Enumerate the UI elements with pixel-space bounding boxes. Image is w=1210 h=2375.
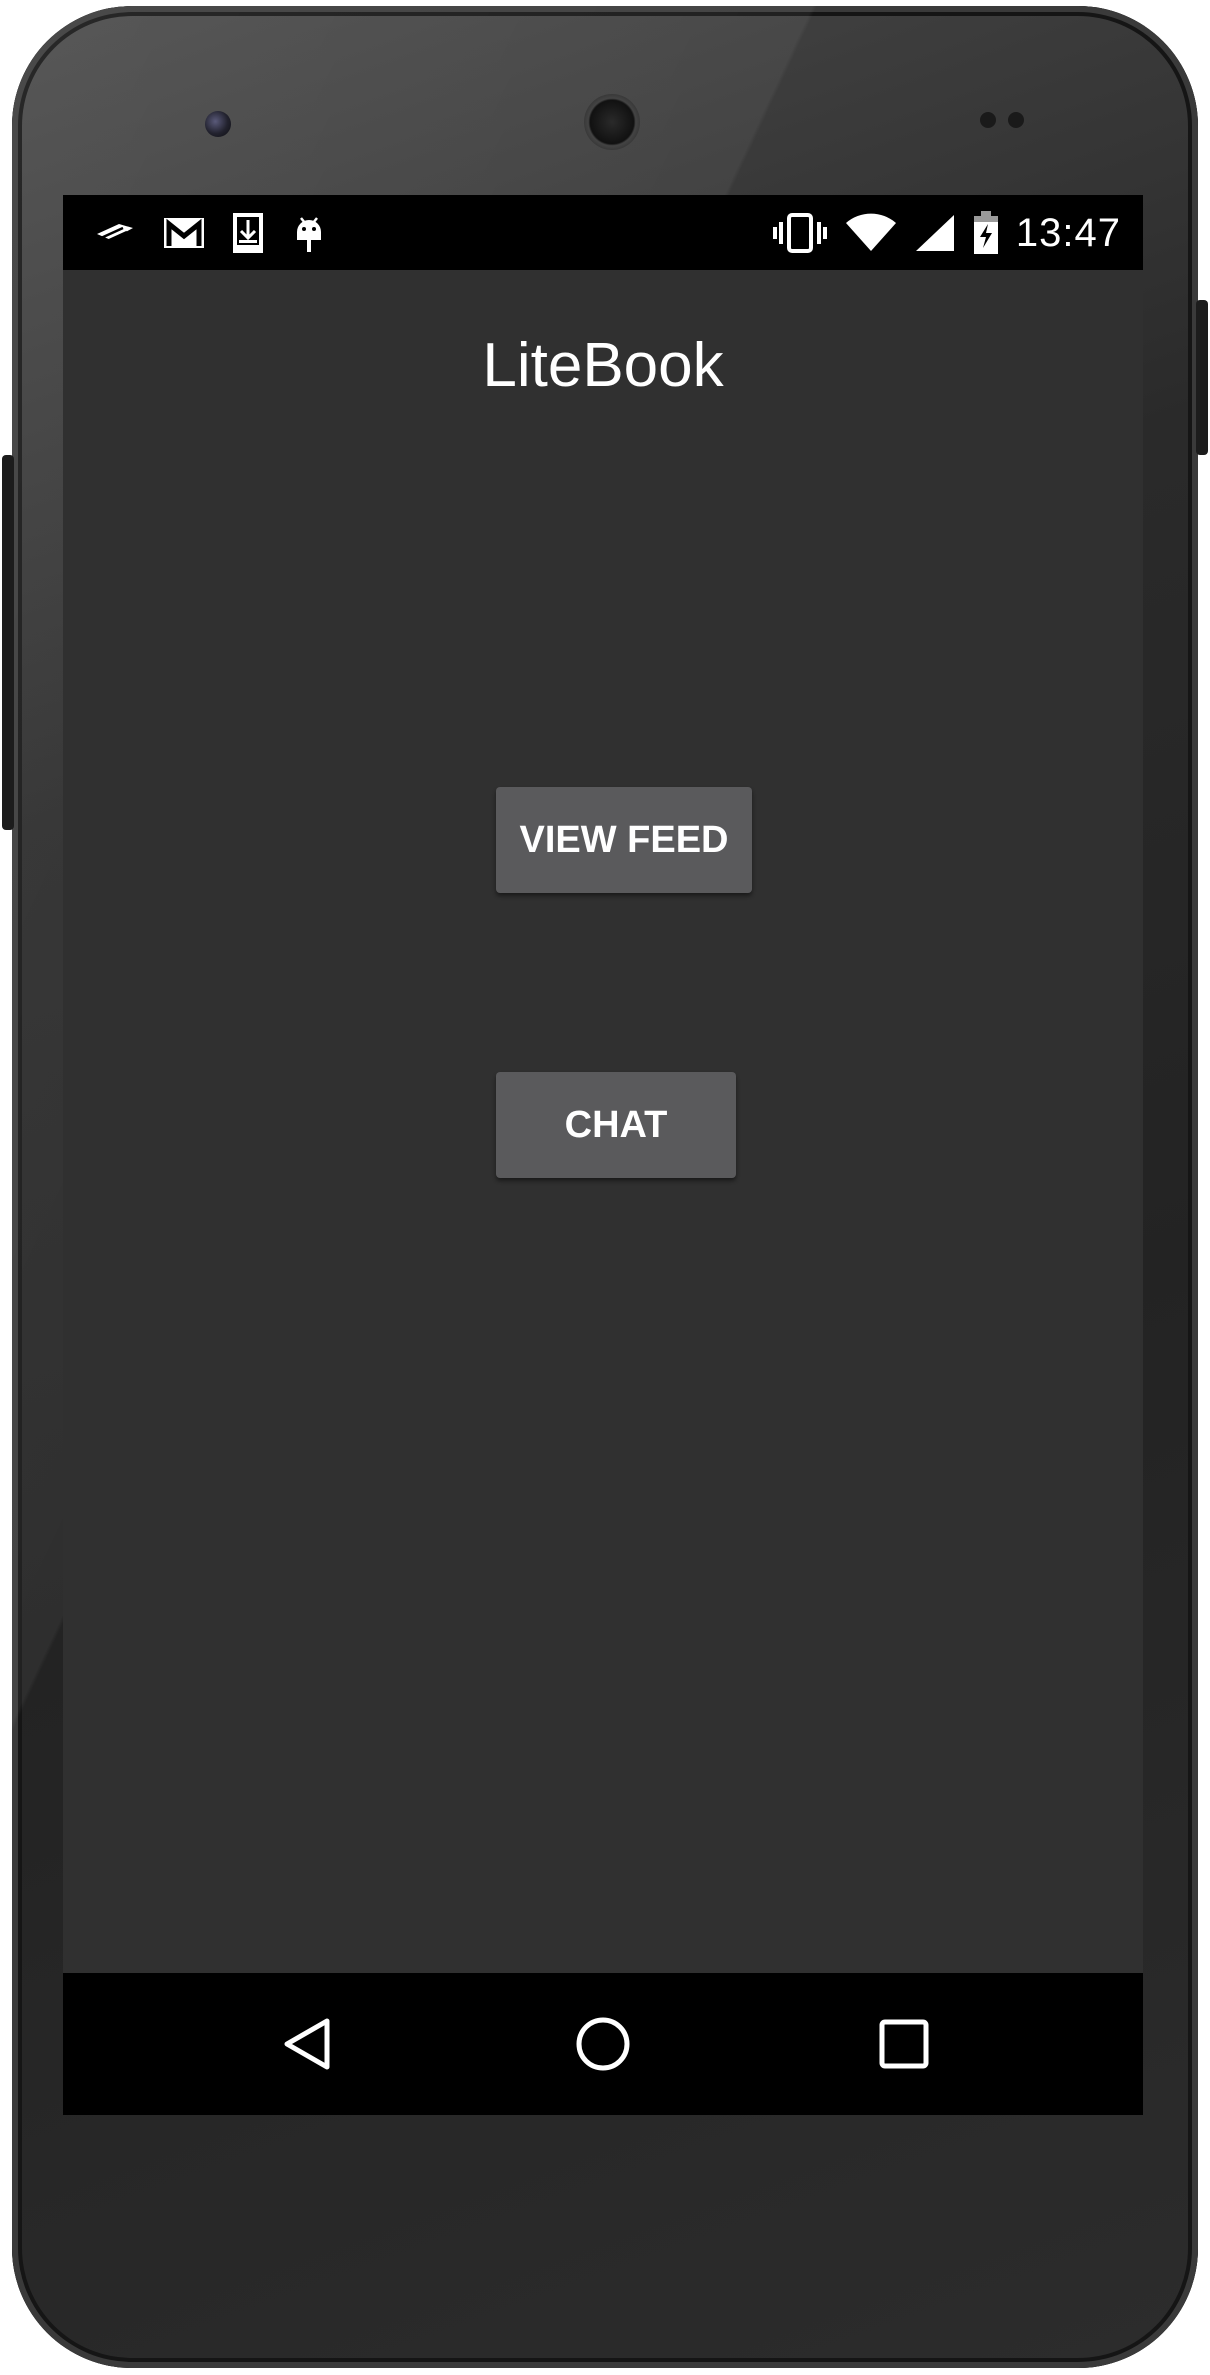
system-icons: 13:47 xyxy=(772,207,1121,259)
screen: 13:47 LiteBook VIEW FEED CHAT xyxy=(63,195,1143,2115)
chat-button[interactable]: CHAT xyxy=(496,1072,736,1178)
gmail-icon xyxy=(163,216,205,250)
android-debug-icon xyxy=(291,210,327,256)
phone-frame: 13:47 LiteBook VIEW FEED CHAT xyxy=(12,6,1198,2368)
volume-button xyxy=(2,455,14,830)
view-feed-button[interactable]: VIEW FEED xyxy=(496,787,752,893)
bank-notification-icon xyxy=(93,218,137,248)
app-title: LiteBook xyxy=(482,331,724,400)
download-icon xyxy=(231,211,265,255)
status-clock: 13:47 xyxy=(1015,210,1121,255)
recents-icon[interactable] xyxy=(869,2009,939,2079)
signal-icon xyxy=(914,213,956,253)
navigation-bar xyxy=(63,1973,1143,2115)
vibrate-icon xyxy=(772,212,828,254)
home-icon[interactable] xyxy=(568,2009,638,2079)
proximity-sensors xyxy=(980,112,1040,128)
wifi-icon xyxy=(844,213,898,253)
status-bar: 13:47 xyxy=(63,195,1143,270)
front-camera xyxy=(205,111,231,137)
earpiece-speaker xyxy=(584,94,640,150)
power-button xyxy=(1196,300,1208,455)
battery-charging-icon xyxy=(972,210,1000,256)
back-icon[interactable] xyxy=(273,2009,343,2079)
notification-icons xyxy=(93,207,327,259)
